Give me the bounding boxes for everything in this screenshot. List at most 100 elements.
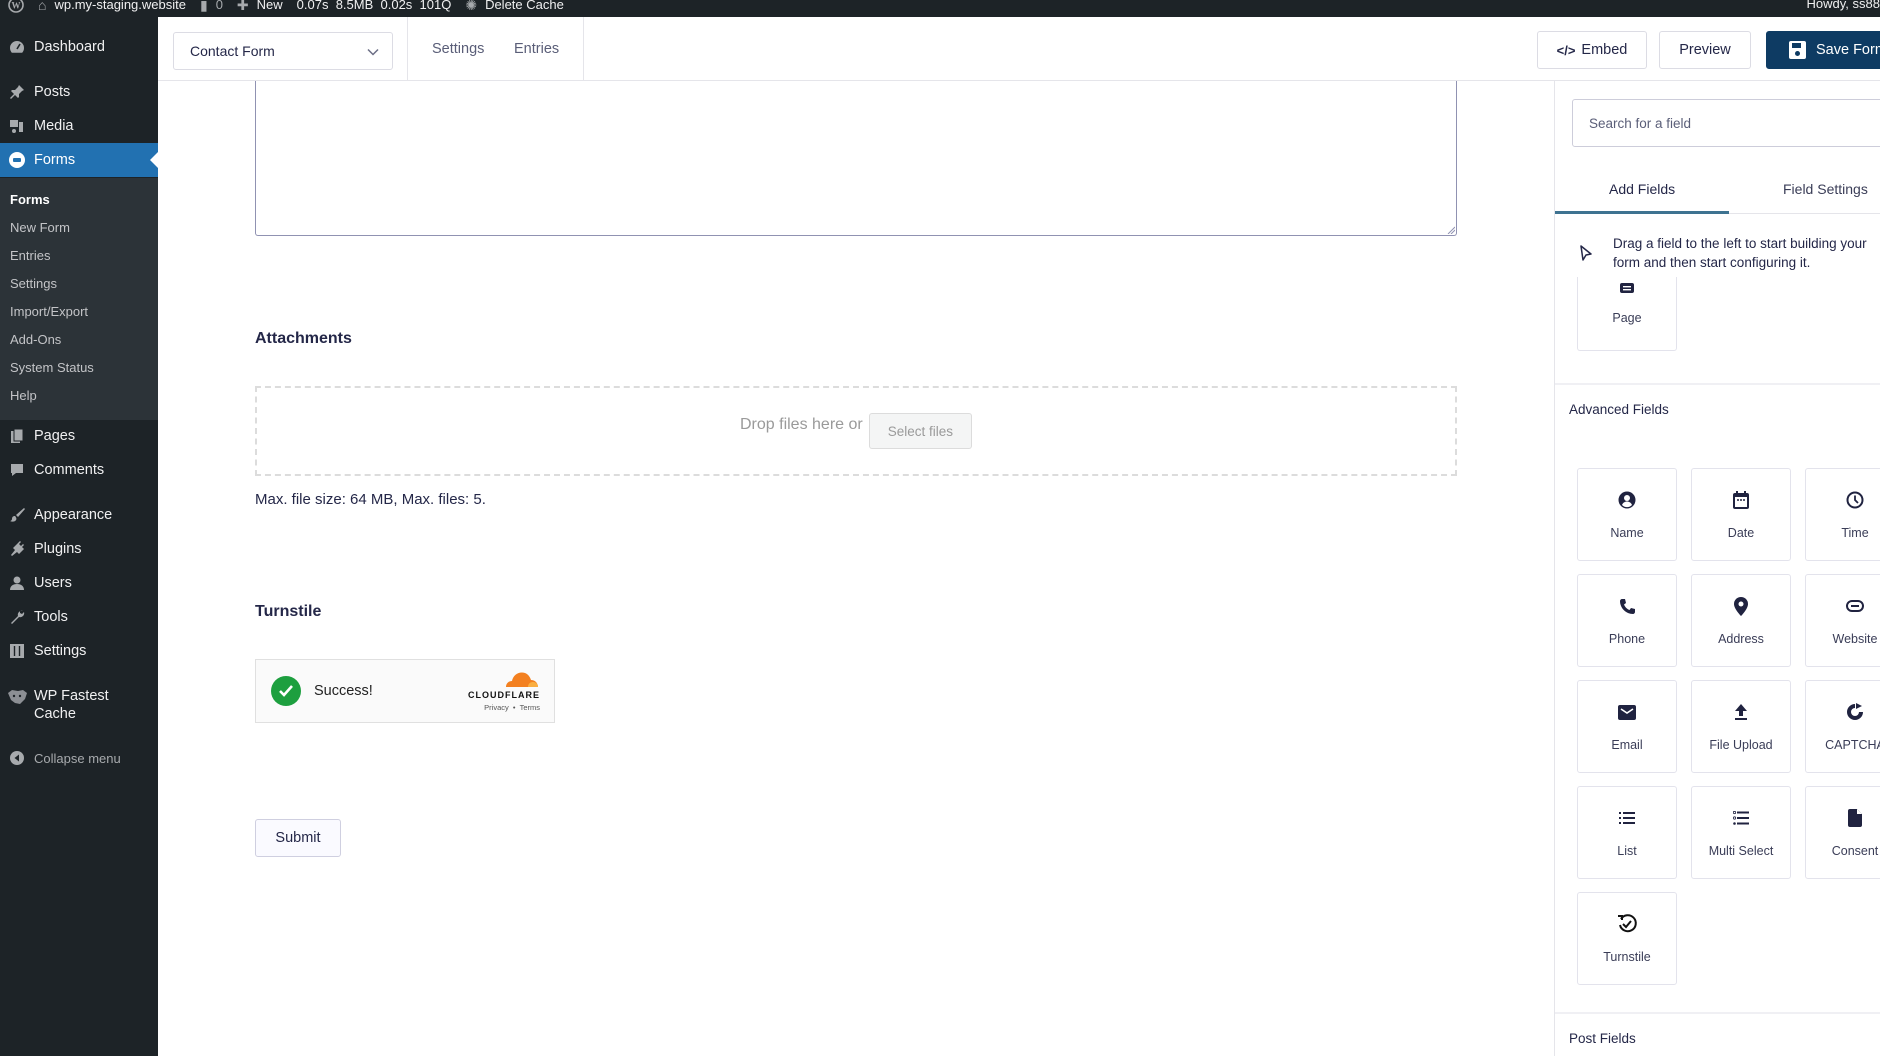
admin-sidebar: Dashboard Posts Media Forms Forms New Fo…: [0, 17, 158, 1056]
file-dropzone[interactable]: Drop files here or Select files: [255, 386, 1457, 476]
form-editor-toolbar: Contact Form Settings Entries </> Embed …: [158, 17, 1880, 81]
stats-text: 0.07s 8.5MB 0.02s 101Q: [296, 0, 452, 12]
form-selector-dropdown[interactable]: Contact Form: [173, 32, 393, 70]
calendar-icon: [1692, 489, 1790, 511]
wordpress-logo[interactable]: W: [8, 0, 24, 13]
svg-text:W: W: [12, 0, 21, 10]
field-tile-list[interactable]: List: [1577, 786, 1677, 879]
chevron-down-icon: [367, 48, 379, 56]
menu-comments[interactable]: Comments: [0, 453, 158, 487]
media-icon: [0, 117, 34, 135]
embed-button[interactable]: </> Embed: [1537, 31, 1647, 69]
document-icon: [1806, 807, 1880, 829]
dashboard-icon: [0, 38, 34, 56]
submenu-settings[interactable]: Settings: [10, 276, 57, 291]
submenu-help[interactable]: Help: [10, 388, 37, 403]
sliders-icon: [0, 642, 34, 660]
field-tile-date[interactable]: Date: [1691, 468, 1791, 561]
field-tile-consent[interactable]: Consent: [1805, 786, 1880, 879]
field-tile-captcha[interactable]: CAPTCHA: [1805, 680, 1880, 773]
select-files-button[interactable]: Select files: [868, 413, 972, 449]
resize-handle-icon[interactable]: [1447, 226, 1455, 234]
plus-icon: ✚: [236, 0, 249, 13]
wordpress-icon: W: [8, 0, 24, 13]
envelope-icon: [1578, 701, 1676, 723]
menu-pages[interactable]: Pages: [0, 419, 158, 453]
drag-hint-text: Drag a field to the left to start buildi…: [1613, 236, 1867, 270]
submenu-forms[interactable]: Forms: [10, 192, 50, 207]
menu-wp-fastest-cache[interactable]: WP Fastest Cache: [0, 687, 158, 731]
field-tile-time[interactable]: Time: [1805, 468, 1880, 561]
field-search-input[interactable]: [1589, 115, 1869, 131]
menu-appearance[interactable]: Appearance: [0, 498, 158, 532]
menu-dashboard[interactable]: Dashboard: [0, 30, 158, 64]
submit-button[interactable]: Submit: [255, 819, 341, 857]
brush-icon: [0, 506, 34, 524]
menu-media[interactable]: Media: [0, 109, 158, 143]
field-panel: Add Fields Field Settings Drag a field t…: [1554, 81, 1880, 1056]
settings-link[interactable]: Settings: [432, 41, 484, 57]
form-canvas: Attachments Drop files here or Select fi…: [158, 81, 1554, 1056]
list-icon: [1578, 807, 1676, 829]
turnstile-icon: [1578, 913, 1676, 935]
preview-button[interactable]: Preview: [1659, 31, 1751, 69]
admin-bar: W ⌂ wp.my-staging.website ▮ 0 ✚ New 0.07…: [0, 0, 1880, 17]
collapse-menu-button[interactable]: Collapse menu: [0, 741, 158, 775]
new-label: New: [256, 0, 283, 12]
field-tile-turnstile[interactable]: Turnstile: [1577, 892, 1677, 985]
cloudflare-brand: CLOUDFLARE Privacy • Terms: [464, 670, 540, 712]
account-menu[interactable]: Howdy, ss88: [1807, 0, 1880, 11]
menu-plugins[interactable]: Plugins: [0, 532, 158, 566]
howdy-text: Howdy, ss88: [1806, 0, 1880, 11]
advanced-fields-title: Advanced Fields: [1569, 402, 1669, 417]
query-monitor-stats[interactable]: 0.07s 8.5MB 0.02s 101Q: [297, 0, 452, 13]
phone-icon: [1578, 595, 1676, 617]
comments-link[interactable]: ▮ 0: [200, 0, 223, 13]
page-break-icon: [1578, 277, 1676, 299]
tab-add-fields[interactable]: Add Fields: [1609, 181, 1675, 197]
field-tile-address[interactable]: Address: [1691, 574, 1791, 667]
entries-link[interactable]: Entries: [514, 41, 559, 57]
field-tile-phone[interactable]: Phone: [1577, 574, 1677, 667]
field-tile-website[interactable]: Website: [1805, 574, 1880, 667]
link-icon: [1806, 595, 1880, 617]
cloudflare-name: CLOUDFLARE: [468, 690, 540, 700]
turnstile-widget[interactable]: Success! CLOUDFLARE Privacy • Terms: [255, 659, 555, 723]
delete-cache-link[interactable]: ✺ Delete Cache: [465, 0, 564, 13]
site-name-link[interactable]: ⌂ wp.my-staging.website: [38, 0, 186, 13]
turnstile-status: Success!: [314, 683, 373, 699]
field-tile-email[interactable]: Email: [1577, 680, 1677, 773]
field-tile-name[interactable]: Name: [1577, 468, 1677, 561]
new-content-link[interactable]: ✚ New: [237, 0, 283, 13]
field-tile-multi-select[interactable]: Multi Select: [1691, 786, 1791, 879]
upload-icon: [1692, 701, 1790, 723]
code-icon: </>: [1556, 42, 1576, 58]
active-tab-indicator: [1555, 211, 1729, 214]
menu-settings[interactable]: Settings: [0, 634, 158, 668]
submenu-add-ons[interactable]: Add-Ons: [10, 332, 61, 347]
menu-tools[interactable]: Tools: [0, 600, 158, 634]
toolbar-divider: [407, 17, 408, 81]
field-search[interactable]: [1572, 99, 1880, 147]
message-textarea[interactable]: [255, 81, 1457, 236]
home-icon: ⌂: [38, 0, 47, 13]
form-selector-value: Contact Form: [190, 43, 275, 59]
section-divider: [1555, 383, 1880, 385]
submenu-system-status[interactable]: System Status: [10, 360, 94, 375]
field-tile-file-upload[interactable]: File Upload: [1691, 680, 1791, 773]
collapse-icon: [0, 750, 34, 766]
cloudflare-links[interactable]: Privacy • Terms: [464, 703, 540, 712]
user-circle-icon: [1578, 489, 1676, 511]
menu-forms[interactable]: Forms: [0, 143, 158, 177]
submenu-entries[interactable]: Entries: [10, 248, 50, 263]
tab-field-settings[interactable]: Field Settings: [1783, 181, 1868, 197]
field-tile-page[interactable]: Page: [1577, 277, 1677, 351]
save-form-button[interactable]: Save Form: [1766, 31, 1880, 69]
submenu-new-form[interactable]: New Form: [10, 220, 70, 235]
turnstile-label: Turnstile: [255, 603, 322, 620]
multi-select-icon: [1692, 807, 1790, 829]
submenu-import-export[interactable]: Import/Export: [10, 304, 88, 319]
menu-users[interactable]: Users: [0, 566, 158, 600]
wrench-icon: [0, 608, 34, 626]
menu-posts[interactable]: Posts: [0, 75, 158, 109]
